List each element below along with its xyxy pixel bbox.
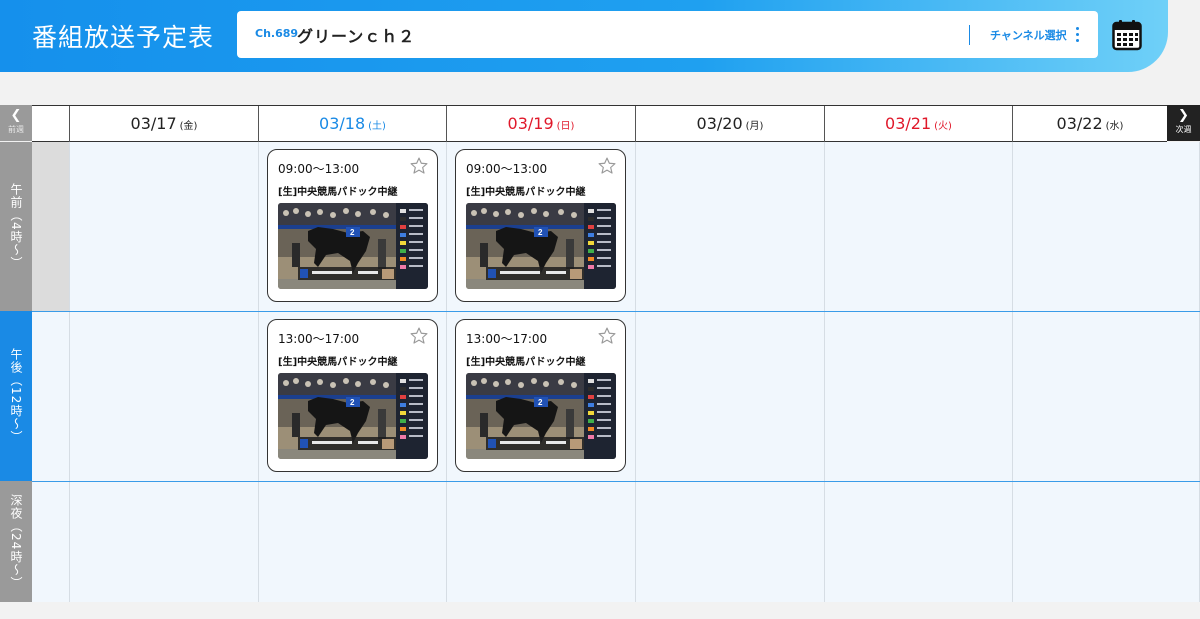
favorite-star-icon[interactable] bbox=[597, 156, 617, 176]
day-date: 03/22 bbox=[1056, 114, 1103, 133]
day-weekday: (月) bbox=[745, 121, 764, 132]
program-title: [生]中央競馬パドック中継 bbox=[278, 187, 398, 198]
header-spacer bbox=[32, 106, 70, 142]
slot-divider bbox=[32, 481, 1200, 482]
program-thumbnail: 2 bbox=[278, 373, 428, 459]
day-header-03-18: 03/18 (土) bbox=[259, 106, 447, 142]
favorite-star-icon[interactable] bbox=[409, 156, 429, 176]
next-week-button[interactable]: ❯ 次週 bbox=[1167, 105, 1200, 141]
schedule-cell bbox=[825, 481, 1013, 602]
channel-selector[interactable]: Ch.689 グリーンｃｈ２ チャンネル選択 bbox=[237, 11, 1098, 58]
time-slot-label: 深夜（24時〜） bbox=[0, 481, 32, 602]
day-weekday: (金) bbox=[179, 121, 198, 132]
day-weekday: (日) bbox=[556, 121, 575, 132]
favorite-star-icon[interactable] bbox=[597, 326, 617, 346]
schedule-cell bbox=[825, 311, 1013, 481]
svg-text:2: 2 bbox=[538, 398, 543, 407]
program-thumbnail: 2 bbox=[466, 203, 616, 289]
spacer-cell bbox=[32, 142, 70, 311]
program-title: [生]中央競馬パドック中継 bbox=[278, 357, 398, 368]
schedule-cell bbox=[1013, 481, 1200, 602]
time-slot-label: 午前（4時〜） bbox=[0, 142, 32, 311]
svg-text:2: 2 bbox=[538, 228, 543, 237]
schedule-cell bbox=[70, 311, 259, 481]
schedule-cell bbox=[70, 481, 259, 602]
schedule-cell bbox=[447, 481, 636, 602]
program-card[interactable]: 09:00〜13:00 [生]中央競馬パドック中継 2 bbox=[455, 149, 626, 302]
slot-divider bbox=[32, 311, 1200, 312]
chevron-right-icon: ❯ bbox=[1178, 108, 1189, 123]
program-time: 13:00〜17:00 bbox=[466, 332, 548, 346]
program-card[interactable]: 13:00〜17:00 [生]中央競馬パドック中継 2 bbox=[455, 319, 626, 472]
spacer-cell bbox=[32, 311, 70, 481]
day-header-03-22: 03/22 (水) bbox=[1013, 106, 1167, 142]
program-time: 13:00〜17:00 bbox=[278, 332, 360, 346]
page-title: 番組放送予定表 bbox=[32, 23, 215, 52]
day-header-03-19: 03/19 (日) bbox=[447, 106, 636, 142]
day-header-03-20: 03/20 (月) bbox=[636, 106, 825, 142]
time-slot-label: 午後（12時〜） bbox=[0, 311, 32, 481]
day-date: 03/20 bbox=[696, 114, 743, 133]
day-date: 03/19 bbox=[507, 114, 554, 133]
calendar-icon[interactable] bbox=[1112, 19, 1142, 51]
program-thumbnail: 2 bbox=[466, 373, 616, 459]
schedule-cell bbox=[259, 481, 447, 602]
day-weekday: (火) bbox=[934, 121, 952, 132]
schedule-cell bbox=[70, 142, 259, 311]
favorite-star-icon[interactable] bbox=[409, 326, 429, 346]
day-date: 03/21 bbox=[885, 114, 932, 133]
channel-name: グリーンｃｈ２ bbox=[297, 27, 416, 46]
day-header-03-17: 03/17 (金) bbox=[70, 106, 259, 142]
day-weekday: (土) bbox=[368, 121, 386, 132]
prev-week-button[interactable]: ❮ 前週 bbox=[0, 105, 32, 141]
svg-text:2: 2 bbox=[350, 398, 355, 407]
schedule-cell bbox=[636, 311, 825, 481]
day-header-03-21: 03/21 (火) bbox=[825, 106, 1013, 142]
schedule-cell bbox=[1013, 142, 1200, 311]
svg-text:2: 2 bbox=[350, 228, 355, 237]
program-time: 09:00〜13:00 bbox=[466, 162, 548, 176]
program-card[interactable]: 13:00〜17:00 [生]中央競馬パドック中継 2 bbox=[267, 319, 438, 472]
kebab-menu-icon[interactable] bbox=[1071, 25, 1083, 45]
chevron-left-icon: ❮ bbox=[10, 108, 22, 123]
day-date: 03/18 bbox=[319, 114, 366, 133]
program-card[interactable]: 09:00〜13:00 [生]中央競馬パドック中継 2 bbox=[267, 149, 438, 302]
channel-select-button[interactable]: チャンネル選択 bbox=[990, 27, 1067, 43]
schedule-cell bbox=[1013, 311, 1200, 481]
schedule-cell bbox=[636, 142, 825, 311]
schedule-cell bbox=[825, 142, 1013, 311]
app-header: 番組放送予定表 Ch.689 グリーンｃｈ２ チャンネル選択 bbox=[0, 0, 1168, 72]
day-weekday: (水) bbox=[1105, 121, 1124, 132]
program-time: 09:00〜13:00 bbox=[278, 162, 360, 176]
program-title: [生]中央競馬パドック中継 bbox=[466, 187, 586, 198]
program-thumbnail: 2 bbox=[278, 203, 428, 289]
schedule-grid: ❮ 前週 ❯ 次週 03/17 (金) 03/18 (土) 03/19 (日) 03/20(… bbox=[0, 105, 1200, 602]
channel-number: Ch.689 bbox=[255, 27, 299, 40]
channel-divider bbox=[969, 25, 970, 45]
day-date: 03/17 bbox=[130, 114, 177, 133]
program-title: [生]中央競馬パドック中継 bbox=[466, 357, 586, 368]
schedule-cell bbox=[636, 481, 825, 602]
spacer-cell bbox=[32, 481, 70, 602]
day-header-row: 03/17 (金) 03/18 (土) 03/19 (日) 03/20 (月) 03/21 (火)… bbox=[32, 105, 1167, 142]
